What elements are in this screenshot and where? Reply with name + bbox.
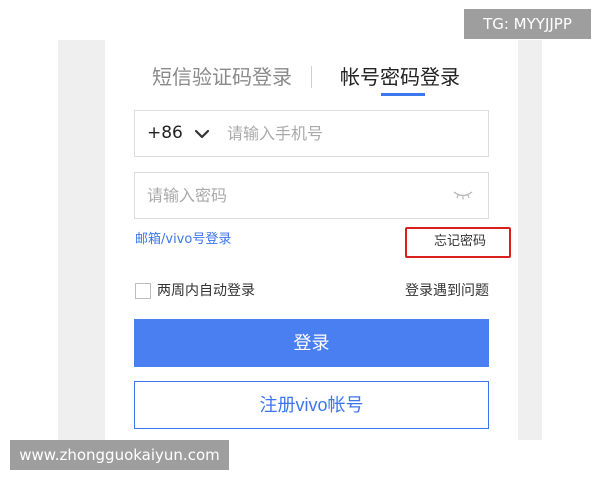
tab-password-login[interactable]: 帐号密码登录 [340, 62, 460, 92]
forgot-password-link[interactable]: 忘记密码 [434, 232, 486, 252]
tg-watermark: TG: MYYJJPP [464, 9, 591, 39]
remember-label[interactable]: 两周内自动登录 [157, 281, 255, 301]
login-problem-link[interactable]: 登录遇到问题 [405, 281, 489, 301]
left-gutter [58, 40, 105, 440]
phone-input[interactable]: 请输入手机号 [227, 111, 323, 156]
right-gutter [518, 40, 542, 440]
password-field[interactable]: 请输入密码 [134, 172, 489, 219]
email-vivo-login-link[interactable]: 邮箱/vivo号登录 [135, 230, 231, 250]
chevron-down-icon[interactable] [193, 125, 211, 143]
remember-checkbox[interactable] [135, 283, 151, 299]
country-code[interactable]: +86 [147, 111, 183, 156]
active-tab-indicator [381, 93, 425, 96]
password-input[interactable]: 请输入密码 [147, 173, 227, 218]
site-watermark: www.zhongguokaiyun.com [10, 440, 229, 470]
tab-divider [311, 66, 312, 88]
login-button[interactable]: 登录 [134, 319, 489, 367]
page-background [0, 0, 58, 480]
tab-sms-login[interactable]: 短信验证码登录 [152, 62, 292, 92]
eye-closed-icon[interactable] [452, 188, 474, 202]
register-button[interactable]: 注册vivo帐号 [134, 381, 489, 429]
phone-field[interactable]: +86 请输入手机号 [134, 110, 489, 157]
forgot-password-highlight: 忘记密码 [405, 227, 511, 258]
